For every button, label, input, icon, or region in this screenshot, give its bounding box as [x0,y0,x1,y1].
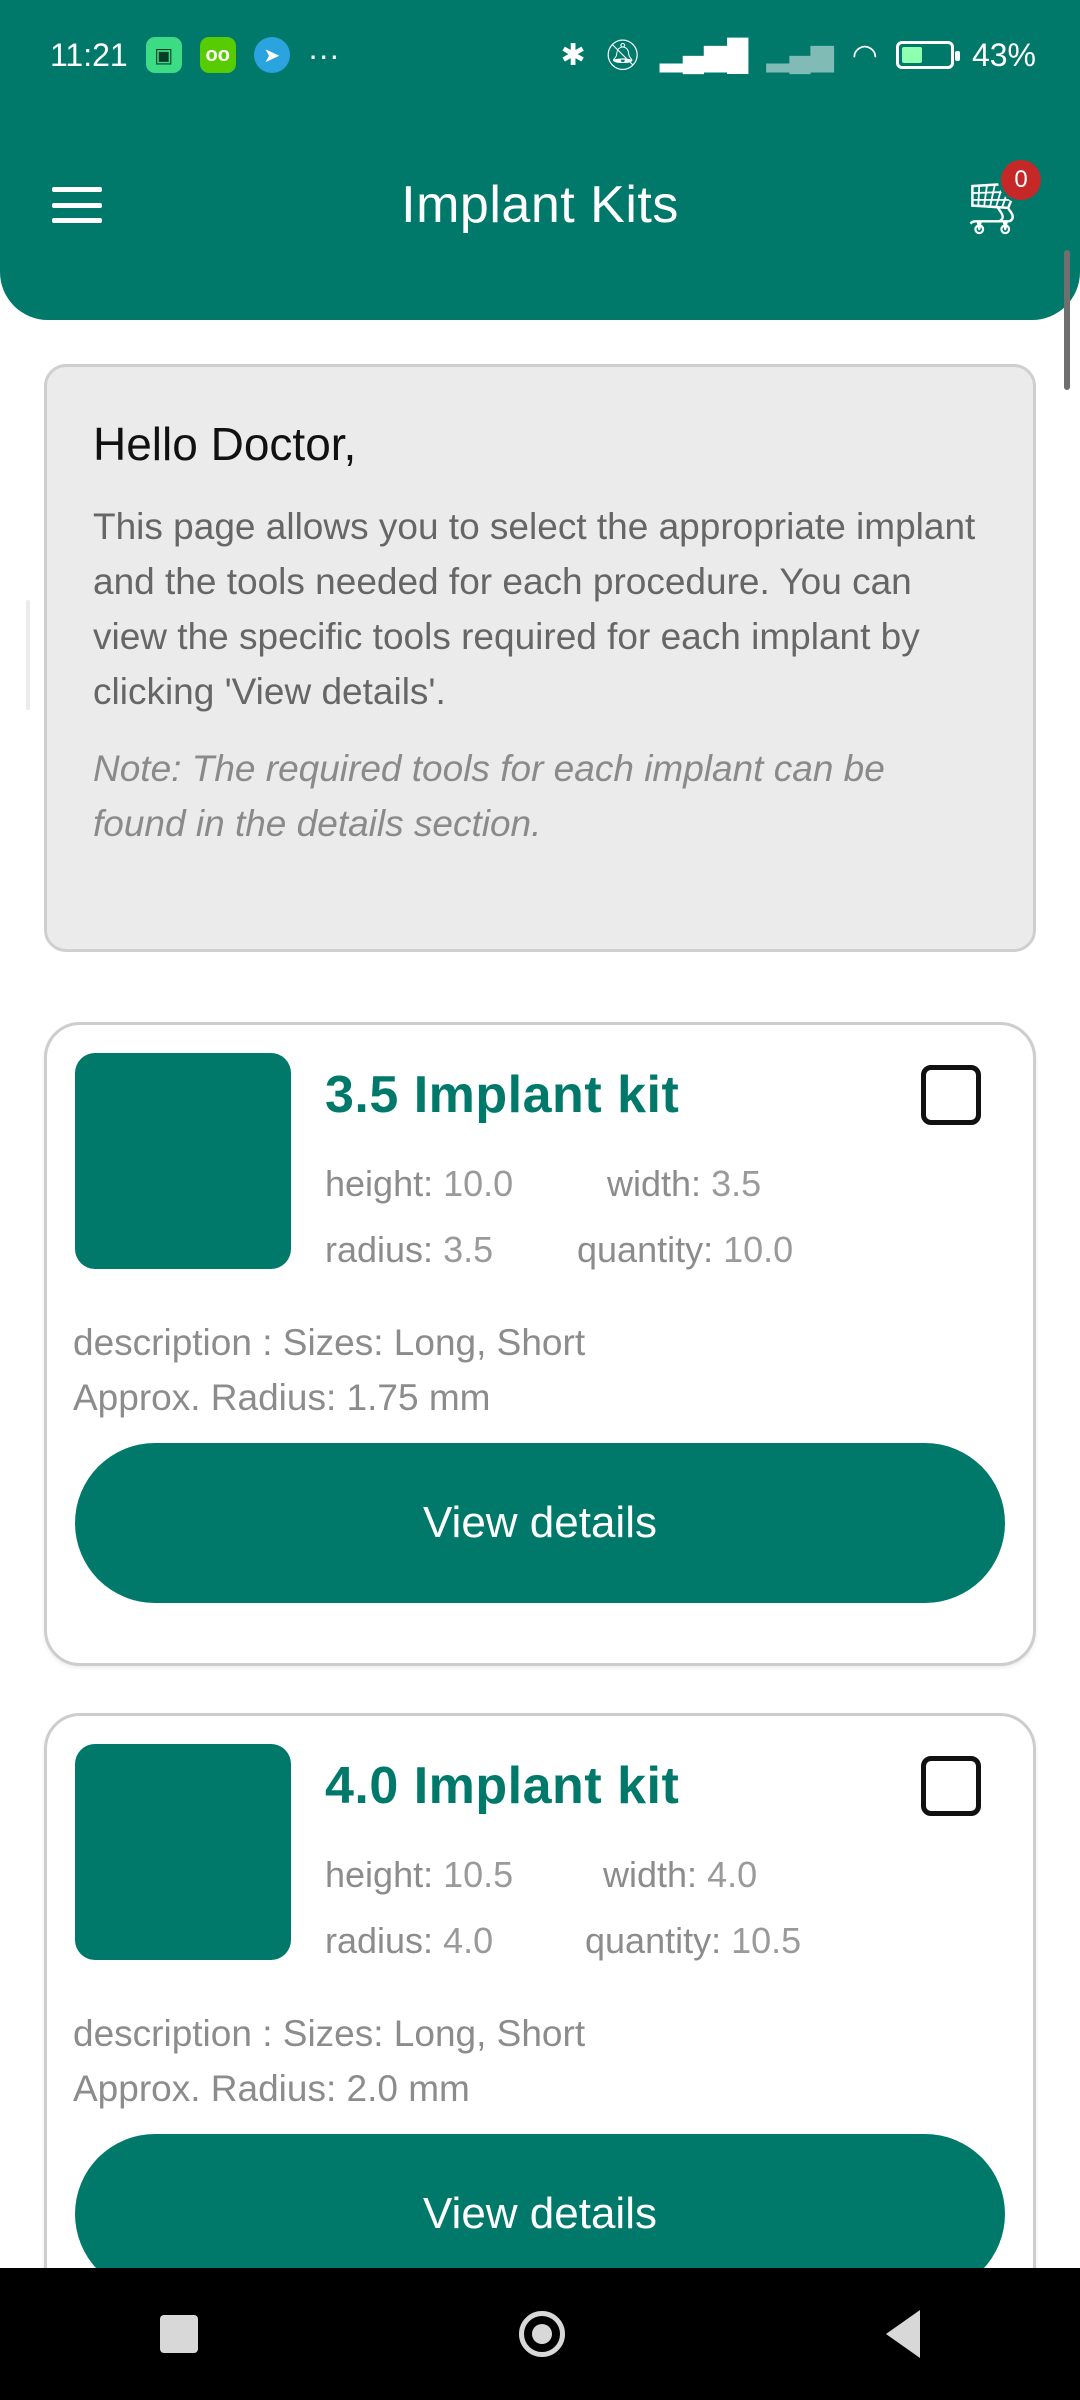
edge-handle [26,600,30,710]
more-notifications-icon: ··· [307,36,340,73]
status-time: 11:21 [50,36,128,73]
kit-card: 4.0 Implant kit height: 10.5 width: 4.0 … [44,1713,1036,2357]
kit-quantity-value: 10.5 [731,1920,802,1961]
kit-quantity-label: quantity: [577,1229,714,1270]
kit-width-value: 3.5 [711,1163,762,1204]
kit-height: height: 10.5 [325,1854,513,1896]
kit-quantity: quantity: 10.0 [577,1229,793,1271]
kit-width: width: 4.0 [603,1854,757,1896]
kit-width-value: 4.0 [707,1854,758,1895]
kit-radius: radius: 3.5 [325,1229,493,1271]
intro-greeting: Hello Doctor, [93,418,357,470]
kit-width-label: width: [607,1163,702,1204]
intro-body: This page allows you to select the appro… [93,506,976,712]
menu-icon[interactable] [52,187,102,223]
kit-radius-label: radius: [325,1920,434,1961]
intro-note: Note: The required tools for each implan… [93,748,885,844]
kit-card: 3.5 Implant kit height: 10.0 width: 3.5 … [44,1022,1036,1666]
signal-weak-icon: ▂▄▆ [766,38,834,72]
kit-image [75,1744,291,1960]
cart-count-badge: 0 [998,157,1044,203]
kit-radius-value: 4.0 [443,1920,494,1961]
kit-height-value: 10.0 [443,1163,514,1204]
status-right: ✱ 🔕︎ ▂▄▆█ ▂▄▆ ◠ 43% [560,37,1036,74]
kit-height-label: height: [325,1854,434,1895]
intro-card: Hello Doctor, This page allows you to se… [44,364,1036,952]
toolbar: Implant Kits 🛒︎ 0 [0,140,1080,270]
android-notification-icon: ▣ [145,37,182,73]
kit-select-checkbox[interactable] [921,1065,981,1125]
kit-width-label: width: [603,1854,698,1895]
system-navigation-bar [0,2268,1080,2400]
back-button[interactable] [885,2310,920,2358]
page-title: Implant Kits [401,176,679,234]
kit-width: width: 3.5 [607,1163,761,1205]
kit-name: 4.0 Implant kit [325,1757,680,1815]
kit-radius: radius: 4.0 [325,1920,493,1962]
cart-button[interactable]: 🛒︎ 0 [960,157,1044,245]
wifi-icon: ◠ [851,38,878,72]
status-left: 11:21 ▣ oo ➤ ··· [50,37,340,74]
status-bar: 11:21 ▣ oo ➤ ··· ✱ 🔕︎ ▂▄▆█ ▂▄▆ ◠ 43% [0,0,1080,110]
app-header-background: 11:21 ▣ oo ➤ ··· ✱ 🔕︎ ▂▄▆█ ▂▄▆ ◠ 43% Imp… [0,0,1080,320]
kit-radius-value: 3.5 [443,1229,494,1270]
kit-select-checkbox[interactable] [921,1756,981,1816]
kit-quantity: quantity: 10.5 [585,1920,801,1962]
home-button[interactable] [518,2311,565,2357]
kit-height-label: height: [325,1163,434,1204]
mute-icon: 🔕︎ [603,38,642,72]
kit-description: description : Sizes: Long, Short Approx.… [73,2013,586,2109]
signal-icon: ▂▄▆█ [659,38,749,72]
kit-radius-label: radius: [325,1229,434,1270]
scrollbar[interactable] [1064,250,1070,390]
battery-charging-icon [895,41,960,69]
battery-level [901,47,922,63]
duolingo-notification-icon: oo [199,37,236,73]
kit-quantity-label: quantity: [585,1920,722,1961]
kit-image [75,1053,291,1269]
kit-name: 3.5 Implant kit [325,1066,680,1124]
recents-button[interactable] [160,2315,199,2353]
kit-description: description : Sizes: Long, Short Approx.… [73,1322,586,1418]
telegram-notification-icon: ➤ [253,37,290,73]
kit-quantity-value: 10.0 [723,1229,794,1270]
battery-percent: 43% [971,36,1036,73]
kit-height-value: 10.5 [443,1854,514,1895]
bluetooth-icon: ✱ [560,38,586,72]
kit-height: height: 10.0 [325,1163,513,1205]
view-details-button[interactable]: View details [75,1443,1005,1603]
